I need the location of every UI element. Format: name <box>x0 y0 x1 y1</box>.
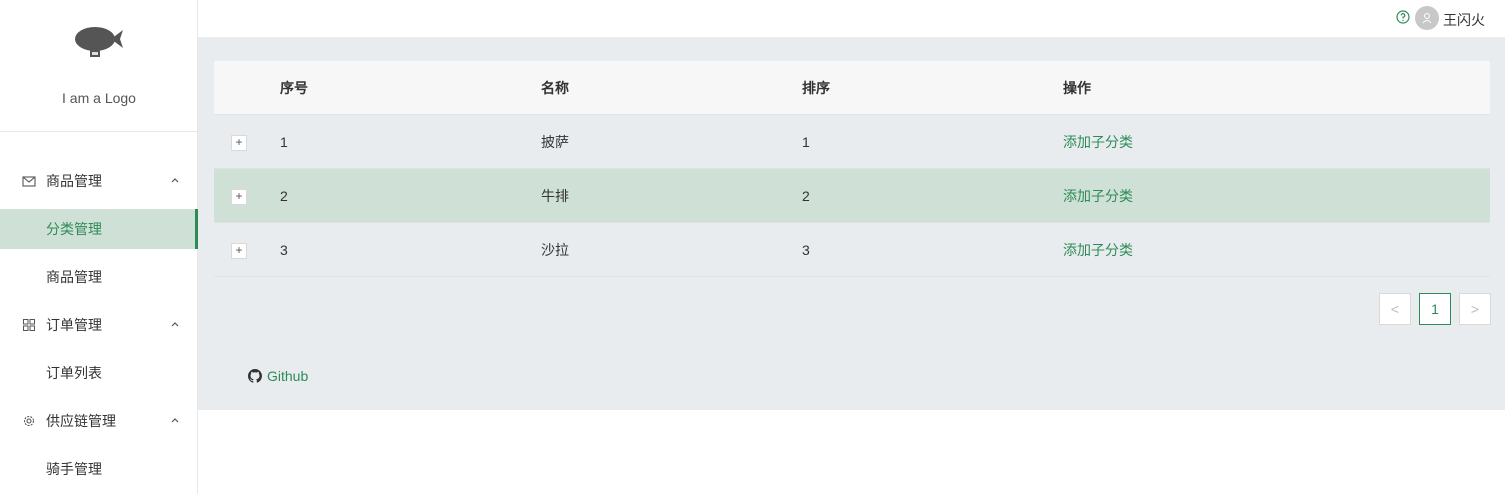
side-menu: 商品管理 分类管理 商品管理 订单管理 订单列表 供应链管理 骑手管理 <box>0 157 198 493</box>
top-header: 王闪火 <box>198 0 1505 37</box>
cell-sort: 2 <box>802 187 810 204</box>
menu-item-goods[interactable]: 商品管理 <box>0 253 198 301</box>
header-sort: 排序 <box>802 79 830 96</box>
gear-icon <box>23 415 35 427</box>
cell-name: 沙拉 <box>541 241 569 258</box>
next-page-button[interactable]: > <box>1459 293 1491 325</box>
menu-item-rider[interactable]: 骑手管理 <box>0 445 198 493</box>
airship-logo-icon <box>75 27 123 57</box>
expand-button[interactable]: + <box>231 135 247 151</box>
appstore-icon <box>23 319 35 331</box>
menu-group-label: 订单管理 <box>46 317 102 333</box>
main-content: 序号 名称 排序 操作 + 1 披萨 1 添加子分类 + 2 牛排 2 添加子分… <box>198 37 1505 410</box>
chevron-up-icon <box>171 418 179 423</box>
menu-group-supply-chain[interactable]: 供应链管理 <box>0 397 198 445</box>
header-index: 序号 <box>280 79 308 96</box>
cell-index: 1 <box>280 133 288 150</box>
help-icon[interactable] <box>1396 10 1410 24</box>
cell-sort: 3 <box>802 241 810 258</box>
menu-item-category[interactable]: 分类管理 <box>0 209 198 249</box>
table-row: + 3 沙拉 3 添加子分类 <box>214 223 1490 277</box>
logo-area: I am a Logo <box>0 0 197 132</box>
header-action: 操作 <box>1063 79 1091 96</box>
github-link[interactable]: Github <box>248 368 308 384</box>
user-icon <box>1422 13 1432 24</box>
avatar[interactable] <box>1415 6 1439 30</box>
header-name: 名称 <box>541 79 569 96</box>
add-subcategory-link[interactable]: 添加子分类 <box>1063 242 1133 258</box>
expand-button[interactable]: + <box>231 189 247 205</box>
logo-text: I am a Logo <box>62 90 136 106</box>
github-label: Github <box>267 368 309 384</box>
add-subcategory-link[interactable]: 添加子分类 <box>1063 188 1133 204</box>
github-icon <box>248 369 262 383</box>
chevron-up-icon <box>171 322 179 327</box>
pagination: < 1 > <box>1379 293 1491 325</box>
page-1-button[interactable]: 1 <box>1419 293 1451 325</box>
table-row: + 2 牛排 2 添加子分类 <box>214 169 1490 223</box>
expand-button[interactable]: + <box>231 243 247 259</box>
chevron-up-icon <box>171 178 179 183</box>
menu-item-order-list[interactable]: 订单列表 <box>0 349 198 397</box>
cell-sort: 1 <box>802 133 810 150</box>
cell-index: 2 <box>280 187 288 204</box>
menu-group-label: 供应链管理 <box>46 413 116 429</box>
sidebar: I am a Logo 商品管理 分类管理 商品管理 订单管理 订单列表 供应链… <box>0 0 198 494</box>
menu-group-goods[interactable]: 商品管理 <box>0 157 198 205</box>
prev-page-button[interactable]: < <box>1379 293 1411 325</box>
table-header: 序号 名称 排序 操作 <box>214 61 1490 115</box>
cell-name: 牛排 <box>541 187 569 204</box>
table-row: + 1 披萨 1 添加子分类 <box>214 115 1490 169</box>
menu-group-label: 商品管理 <box>46 173 102 189</box>
cell-name: 披萨 <box>541 133 569 150</box>
username[interactable]: 王闪火 <box>1443 10 1485 30</box>
category-table: 序号 名称 排序 操作 + 1 披萨 1 添加子分类 + 2 牛排 2 添加子分… <box>214 61 1490 277</box>
mail-icon <box>22 176 36 187</box>
menu-group-orders[interactable]: 订单管理 <box>0 301 198 349</box>
cell-index: 3 <box>280 241 288 258</box>
add-subcategory-link[interactable]: 添加子分类 <box>1063 134 1133 150</box>
